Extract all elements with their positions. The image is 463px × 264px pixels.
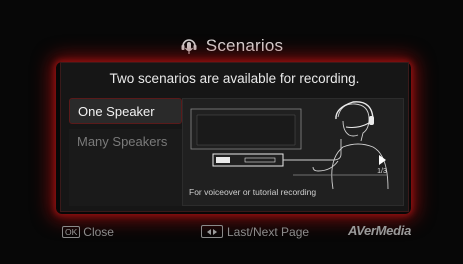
left-right-arrows-icon: [201, 225, 223, 239]
header: Scenarios: [0, 33, 463, 59]
brand-logo: AVerMedia: [347, 223, 411, 238]
headset-mic-icon: [181, 39, 197, 54]
page-title: Scenarios: [205, 36, 284, 55]
page-indicator-text: 1/3: [377, 168, 387, 175]
ok-key-icon: OK: [62, 225, 81, 238]
scenario-panel: Two scenarios are available for recordin…: [60, 62, 409, 212]
close-label: Close: [83, 224, 114, 239]
close-hint[interactable]: OK Close: [62, 224, 114, 239]
page-nav-label: Last/Next Page: [227, 224, 310, 239]
page-nav-hint[interactable]: Last/Next Page: [201, 224, 309, 239]
option-many-speakers[interactable]: Many Speakers: [69, 129, 182, 206]
footer: OK Close Last/Next Page AVerMedia: [0, 223, 463, 239]
option-one-speaker[interactable]: One Speaker: [69, 98, 182, 124]
next-page-icon[interactable]: [378, 155, 386, 165]
page-indicator[interactable]: 1/3: [375, 155, 389, 175]
scenario-illustration: 1/3 For voiceover or tutorial recording: [182, 98, 404, 206]
scenario-caption: For voiceover or tutorial recording: [189, 187, 317, 197]
panel-subtitle: Two scenarios are available for recordin…: [109, 71, 360, 86]
